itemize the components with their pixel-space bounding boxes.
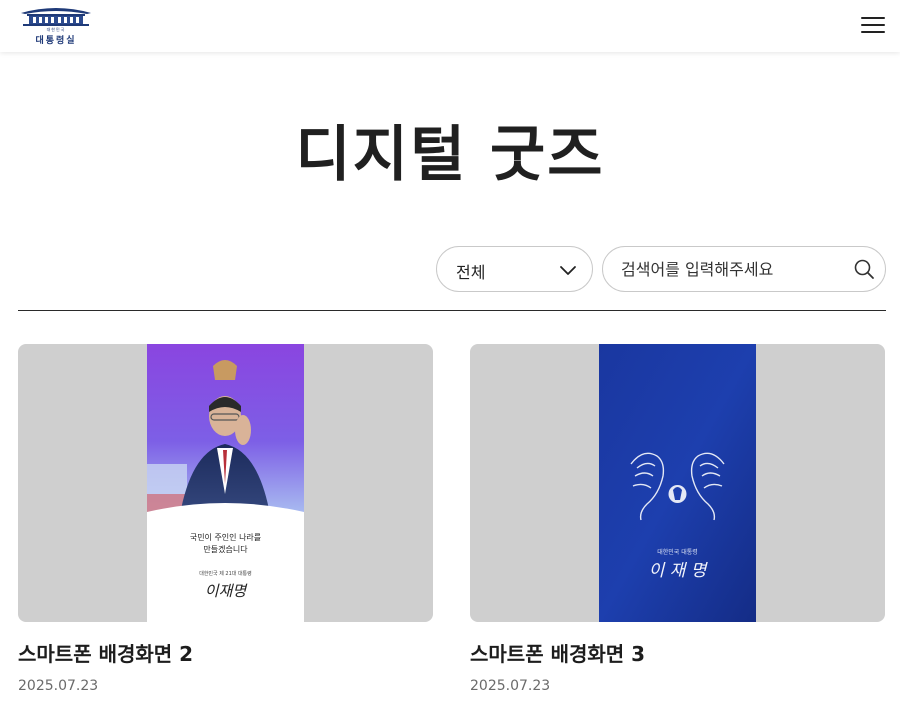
hamburger-menu-icon[interactable] xyxy=(858,12,888,38)
logo-main-text: 대통령실 xyxy=(35,36,77,46)
wallpaper-slogan-line1: 국민이 주인인 나라를 xyxy=(190,532,261,542)
search-box xyxy=(602,246,886,292)
wallpaper-caption: 대한민국 대통령 xyxy=(657,548,698,556)
goods-card[interactable]: 대한민국 대통령 이 재 명 스마트폰 배경화면 3 2025.07.23 xyxy=(470,344,885,694)
goods-date: 2025.07.23 xyxy=(470,678,551,694)
goods-thumbnail[interactable]: 대한민국 대통령 이 재 명 xyxy=(470,344,885,622)
goods-title[interactable]: 스마트폰 배경화면 2 xyxy=(18,638,193,667)
site-header: 대한민국 대통령실 xyxy=(0,0,900,52)
goods-date: 2025.07.23 xyxy=(18,678,99,694)
search-input[interactable] xyxy=(621,257,841,281)
chevron-down-icon xyxy=(560,266,576,275)
wallpaper-caption: 대한민국 제 21대 대통령 xyxy=(199,570,252,577)
goods-thumbnail[interactable]: 국민이 주인인 나라를 만들겠습니다 대한민국 제 21대 대통령 이재명 xyxy=(18,344,433,622)
wallpaper-preview-image: 국민이 주인인 나라를 만들겠습니다 대한민국 제 21대 대통령 이재명 xyxy=(147,344,304,622)
list-divider xyxy=(18,310,886,311)
wallpaper-preview-image: 대한민국 대통령 이 재 명 xyxy=(599,344,756,622)
wallpaper-signature: 이재명 xyxy=(205,582,249,600)
page-title: 디지털 굿즈 xyxy=(295,120,605,190)
emblem-icon xyxy=(213,360,237,380)
category-select[interactable]: 전체 xyxy=(436,246,593,292)
goods-title[interactable]: 스마트폰 배경화면 3 xyxy=(470,638,645,667)
wallpaper-signature: 이 재 명 xyxy=(649,561,709,581)
presidential-office-logo-icon xyxy=(21,8,91,26)
category-select-value: 전체 xyxy=(456,263,486,282)
goods-card[interactable]: 국민이 주인인 나라를 만들겠습니다 대한민국 제 21대 대통령 이재명 스마… xyxy=(18,344,433,694)
presidential-office-logo[interactable]: 대한민국 대통령실 xyxy=(17,5,95,46)
wallpaper-slogan-line2: 만들겠습니다 xyxy=(203,544,248,554)
search-icon[interactable] xyxy=(853,258,875,280)
